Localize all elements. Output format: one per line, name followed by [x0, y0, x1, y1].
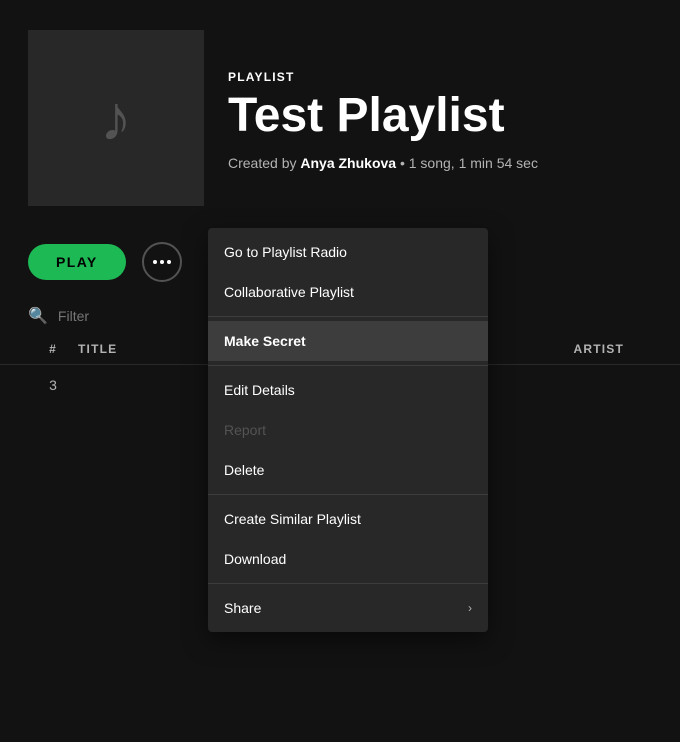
menu-section-2: Make Secret [208, 317, 488, 366]
menu-item-collaborative-label: Collaborative Playlist [224, 284, 354, 300]
playlist-header: ♪ PLAYLIST Test Playlist Created by Anya… [0, 0, 680, 226]
menu-item-make-secret-label: Make Secret [224, 333, 306, 349]
track-number: 3 [28, 377, 78, 393]
menu-item-delete[interactable]: Delete [208, 450, 488, 490]
menu-section-5: Share › [208, 584, 488, 632]
menu-item-collaborative[interactable]: Collaborative Playlist [208, 272, 488, 312]
more-options-button[interactable] [142, 242, 182, 282]
dot-2 [160, 260, 164, 264]
chevron-right-icon: › [468, 601, 472, 615]
menu-item-edit-details[interactable]: Edit Details [208, 370, 488, 410]
menu-section-1: Go to Playlist Radio Collaborative Playl… [208, 228, 488, 317]
menu-item-create-similar[interactable]: Create Similar Playlist [208, 499, 488, 539]
menu-item-report: Report [208, 410, 488, 450]
menu-item-download[interactable]: Download [208, 539, 488, 579]
menu-item-edit-details-label: Edit Details [224, 382, 295, 398]
playlist-title: Test Playlist [228, 90, 538, 143]
playlist-label: PLAYLIST [228, 70, 538, 84]
creator-name: Anya Zhukova [300, 155, 396, 171]
menu-item-go-to-radio[interactable]: Go to Playlist Radio [208, 232, 488, 272]
menu-section-4: Create Similar Playlist Download [208, 495, 488, 584]
menu-item-delete-label: Delete [224, 462, 264, 478]
dot-3 [167, 260, 171, 264]
menu-item-share-label: Share [224, 600, 261, 616]
menu-item-share[interactable]: Share › [208, 588, 488, 628]
dot-1 [153, 260, 157, 264]
menu-section-3: Edit Details Report Delete [208, 366, 488, 495]
playlist-info: PLAYLIST Test Playlist Created by Anya Z… [228, 30, 538, 179]
filter-input[interactable] [58, 308, 178, 324]
meta-info: • 1 song, 1 min 54 sec [400, 155, 538, 171]
menu-item-create-similar-label: Create Similar Playlist [224, 511, 361, 527]
col-number-header: # [28, 342, 78, 356]
menu-item-go-to-radio-label: Go to Playlist Radio [224, 244, 347, 260]
menu-item-make-secret[interactable]: Make Secret [208, 321, 488, 361]
menu-item-report-label: Report [224, 422, 266, 438]
created-by-text: Created by [228, 155, 296, 171]
music-note-icon: ♪ [100, 86, 132, 150]
menu-item-download-label: Download [224, 551, 286, 567]
context-menu: Go to Playlist Radio Collaborative Playl… [208, 228, 488, 632]
play-button[interactable]: PLAY [28, 244, 126, 280]
album-art: ♪ [28, 30, 204, 206]
playlist-meta: Created by Anya Zhukova • 1 song, 1 min … [228, 155, 538, 171]
search-icon: 🔍 [28, 306, 48, 326]
